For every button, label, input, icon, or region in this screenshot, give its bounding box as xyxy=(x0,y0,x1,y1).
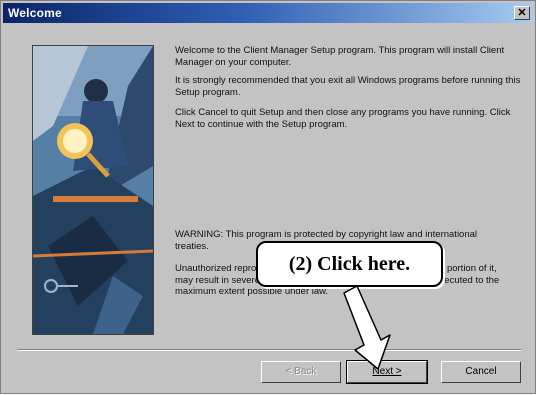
pointer-arrow-icon xyxy=(343,285,391,370)
setup-welcome-dialog: Welcome ✕ Welcome to the Client Manager … xyxy=(0,0,536,394)
